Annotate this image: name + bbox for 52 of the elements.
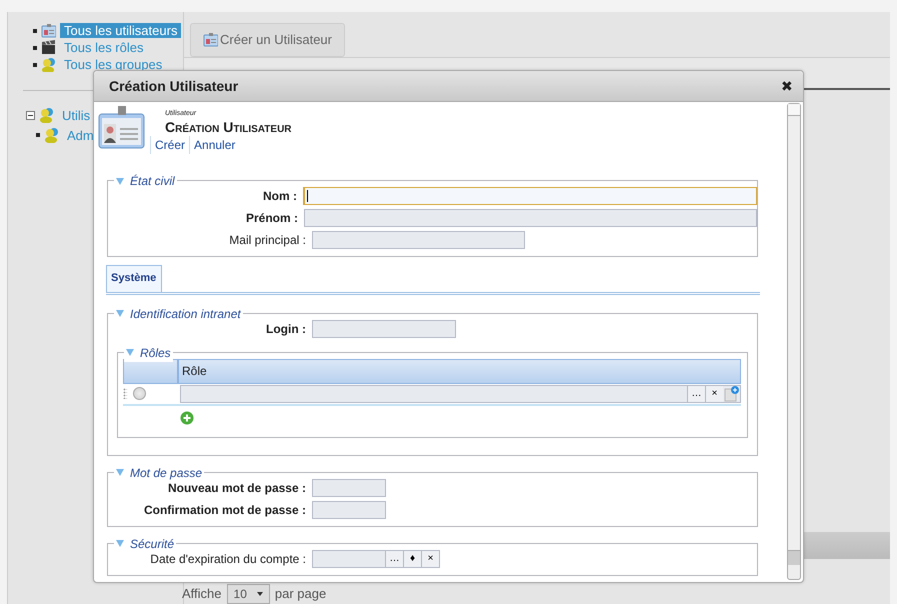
collapse-triangle-icon[interactable]: [116, 310, 124, 317]
id-card-icon: [203, 32, 218, 48]
page-size-select[interactable]: 10: [226, 584, 270, 604]
pager-label: Affiche: [182, 585, 222, 604]
collapse-triangle-icon[interactable]: [116, 469, 124, 476]
action-link[interactable]: Créer: [150, 136, 190, 154]
collapse-triangle-icon[interactable]: [116, 540, 124, 547]
people-icon: [41, 57, 56, 72]
field-button[interactable]: ♦: [403, 550, 421, 566]
field-button[interactable]: …: [385, 550, 403, 566]
people-icon: [39, 107, 54, 123]
field-label: Nouveau mot de passe :: [166, 480, 306, 496]
form-heading: Création Utilisateur: [165, 120, 292, 134]
field-button[interactable]: ×: [421, 550, 439, 566]
field-label: Nom :: [262, 188, 297, 205]
tab[interactable]: Système: [106, 265, 162, 292]
bullet: [33, 28, 37, 32]
input-field[interactable]: [312, 320, 456, 338]
field-label: Confirmation mot de passe :: [142, 502, 306, 518]
input-field[interactable]: [312, 500, 386, 518]
input-field[interactable]: [303, 187, 757, 205]
clapperboard-icon: [41, 40, 56, 55]
field-label: Prénom :: [244, 210, 298, 227]
id-card-icon: [98, 106, 145, 149]
collapse-triangle-icon[interactable]: [116, 178, 124, 184]
bullet: [36, 133, 40, 137]
lookup-field[interactable]: … ×: [180, 384, 741, 402]
people-icon: [44, 127, 59, 143]
collapse-toggle[interactable]: [26, 110, 35, 120]
scrollbar[interactable]: [787, 103, 801, 580]
row-radio[interactable]: [133, 387, 146, 400]
add-document-icon: [723, 386, 740, 402]
field-label: Mail principal :: [228, 232, 306, 249]
dialog-title: Création Utilisateur: [109, 76, 240, 96]
field-button[interactable]: …: [687, 386, 705, 402]
drag-handle-icon[interactable]: [123, 388, 127, 399]
bullet: [33, 62, 37, 66]
field-label: Date d'expiration du compte :: [149, 550, 306, 568]
add-icon[interactable]: [180, 411, 194, 426]
id-card-icon: [41, 23, 56, 38]
create-user-button[interactable]: Créer un Utilisateur: [190, 23, 345, 56]
input-field[interactable]: [304, 209, 757, 227]
field-label: Login :: [265, 320, 306, 338]
input-field[interactable]: [312, 478, 386, 496]
column-header: Rôle: [181, 362, 208, 380]
close-button[interactable]: ✖: [781, 76, 793, 96]
action-link[interactable]: Annuler: [189, 136, 240, 154]
date-field[interactable]: … ♦ ×: [312, 550, 440, 568]
input-field[interactable]: [312, 231, 525, 249]
field-button[interactable]: ×: [705, 386, 723, 402]
bullet: [33, 46, 37, 50]
pager-label: par page: [274, 585, 326, 604]
